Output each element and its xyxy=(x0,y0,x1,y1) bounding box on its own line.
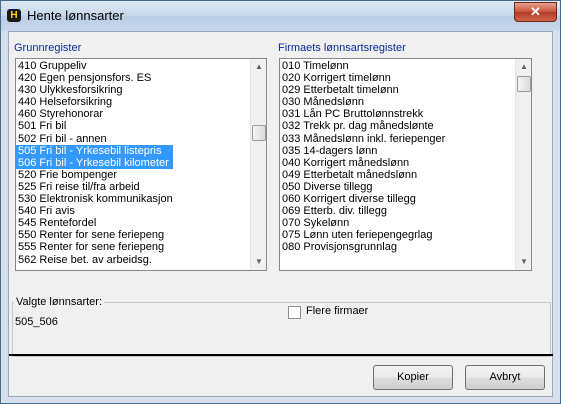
list-item[interactable]: 070 Sykelønn xyxy=(280,217,445,229)
list-item[interactable]: 069 Etterb. div. tillegg xyxy=(280,205,445,217)
firmaets-register-list[interactable]: 010 Timelønn 020 Korrigert timelønn 029 Et… xyxy=(279,58,532,271)
app-logo-icon: H xyxy=(7,9,21,22)
list-item[interactable]: 540 Fri avis xyxy=(16,205,173,217)
grunnregister-items: 410 Gruppeliv 420 Egen pensjonsfors. ES 43… xyxy=(16,60,173,266)
list-item[interactable]: 562 Reise bet. av arbeidsg. xyxy=(16,254,173,266)
scroll-thumb[interactable] xyxy=(517,76,531,92)
firmaets-register-items: 010 Timelønn 020 Korrigert timelønn 029 Et… xyxy=(280,60,445,254)
list-item[interactable]: 010 Timelønn xyxy=(280,60,445,72)
list-item[interactable]: 505 Fri bil - Yrkesebil listepris xyxy=(16,144,173,157)
window-title: Hente lønnsarter xyxy=(27,8,124,23)
dialog-body: Grunnregister 410 Gruppeliv 420 Egen pens… xyxy=(8,31,553,397)
list-item[interactable]: 075 Lønn uten feriepengegrlag xyxy=(280,229,445,241)
list-item[interactable]: 501 Fri bil xyxy=(16,120,173,132)
scroll-down-icon[interactable]: ▼ xyxy=(516,254,531,270)
list-item[interactable]: 050 Diverse tillegg xyxy=(280,181,445,193)
avbryt-button-label: Avbryt xyxy=(489,371,521,383)
scroll-down-icon[interactable]: ▼ xyxy=(251,254,266,270)
flere-firmaer-label[interactable]: Flere firmaer xyxy=(306,305,368,317)
firmaets-register-label: Firmaets lønnsartsregister xyxy=(278,42,406,54)
list-item[interactable]: 460 Styrehonorar xyxy=(16,108,173,120)
separator-line xyxy=(9,354,553,356)
firmaets-register-scrollbar[interactable]: ▲ ▼ xyxy=(515,59,531,270)
dialog-window: H Hente lønnsarter ✕ Grunnregister 410 G… xyxy=(0,0,561,404)
list-item[interactable]: 020 Korrigert timelønn xyxy=(280,72,445,84)
list-item[interactable]: 410 Gruppeliv xyxy=(16,60,173,72)
list-item[interactable]: 029 Etterbetalt timelønn xyxy=(280,84,445,96)
list-item[interactable]: 040 Korrigert månedslønn xyxy=(280,157,445,169)
list-item[interactable]: 035 14-dagers lønn xyxy=(280,145,445,157)
list-item[interactable]: 550 Renter for sene feriepeng xyxy=(16,229,173,241)
scroll-up-icon[interactable]: ▲ xyxy=(516,59,531,75)
list-item[interactable]: 525 Fri reise til/fra arbeid xyxy=(16,181,173,193)
list-item[interactable]: 420 Egen pensjonsfors. ES xyxy=(16,72,173,84)
list-item[interactable]: 060 Korrigert diverse tillegg xyxy=(280,193,445,205)
list-item[interactable]: 502 Fri bil - annen xyxy=(16,133,173,145)
flere-firmaer-checkbox[interactable] xyxy=(288,306,301,319)
grunnregister-label: Grunnregister xyxy=(14,42,82,54)
kopier-button[interactable]: Kopier xyxy=(373,365,453,390)
scroll-thumb[interactable] xyxy=(252,125,266,141)
list-item[interactable]: 555 Renter for sene feriepeng xyxy=(16,241,173,253)
list-item[interactable]: 506 Fri bil - Yrkesebil kilometer xyxy=(16,156,173,169)
list-item[interactable]: 430 Ulykkesforsikring xyxy=(16,84,173,96)
list-item[interactable]: 440 Helseforsikring xyxy=(16,96,173,108)
list-item[interactable]: 530 Elektronisk kommunikasjon xyxy=(16,193,173,205)
avbryt-button[interactable]: Avbryt xyxy=(465,365,545,390)
list-item[interactable]: 032 Trekk pr. dag månedslønte xyxy=(280,120,445,132)
list-item[interactable]: 080 Provisjonsgrunnlag xyxy=(280,241,445,253)
scroll-up-icon[interactable]: ▲ xyxy=(251,59,266,75)
valgte-lonnsarter-value: 505_506 xyxy=(15,316,58,328)
list-item[interactable]: 030 Månedslønn xyxy=(280,96,445,108)
close-button[interactable]: ✕ xyxy=(514,2,557,22)
list-item[interactable]: 545 Rentefordel xyxy=(16,217,173,229)
list-item[interactable]: 031 Lån PC Bruttolønnstrekk xyxy=(280,108,445,120)
list-item[interactable]: 049 Etterbetalt månedslønn xyxy=(280,169,445,181)
title-bar[interactable]: H Hente lønnsarter ✕ xyxy=(1,1,560,31)
valgte-frame xyxy=(12,302,551,357)
list-item[interactable]: 033 Månedslønn inkl. feriepenger xyxy=(280,133,445,145)
grunnregister-list[interactable]: 410 Gruppeliv 420 Egen pensjonsfors. ES 43… xyxy=(15,58,267,271)
kopier-button-label: Kopier xyxy=(397,371,429,383)
grunnregister-scrollbar[interactable]: ▲ ▼ xyxy=(250,59,266,270)
valgte-lonnsarter-label: Valgte lønnsarter: xyxy=(14,296,105,308)
list-item[interactable]: 520 Frie bompenger xyxy=(16,169,173,181)
